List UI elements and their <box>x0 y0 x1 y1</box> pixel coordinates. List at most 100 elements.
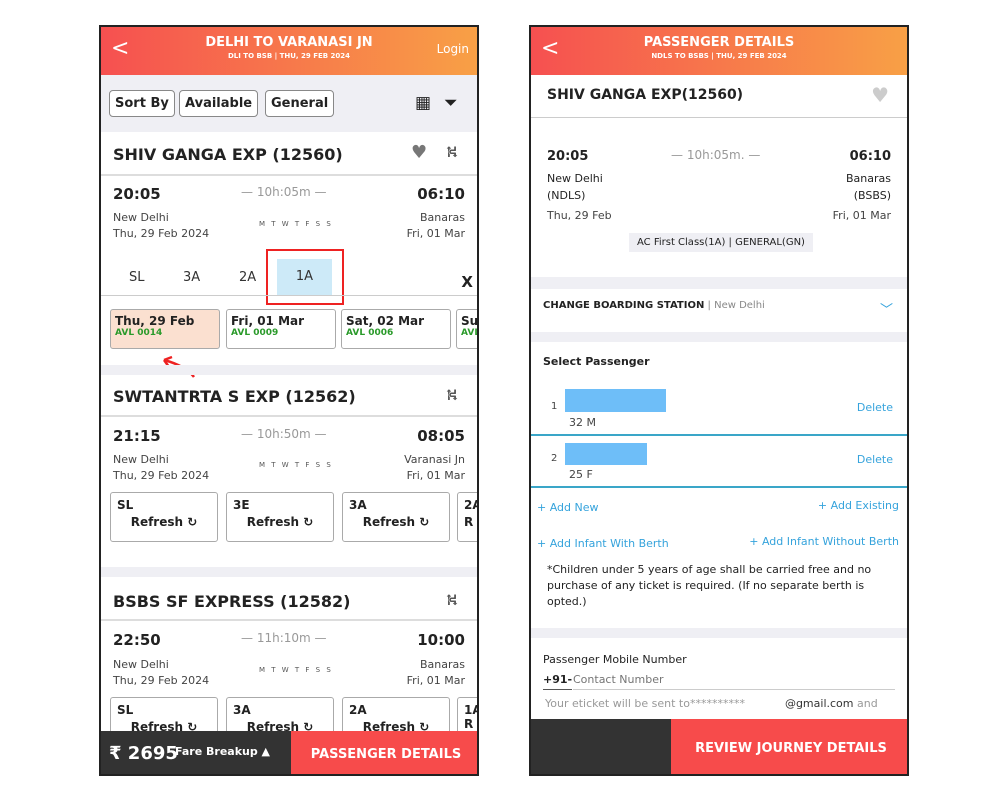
from-date: Thu, 29 Feb 2024 <box>113 674 210 687</box>
delete-passenger-button[interactable]: Delete <box>857 401 893 414</box>
to-date: Fri, 01 Mar <box>406 227 465 240</box>
divider <box>531 486 907 488</box>
passenger-info: 25 F <box>569 468 593 481</box>
calendar-icon[interactable]: ▦ <box>415 93 431 113</box>
class-tab-sl[interactable]: SL <box>129 270 145 285</box>
review-journey-details-button[interactable]: REVIEW JOURNEY DETAILS <box>671 719 907 774</box>
class-tab-3a[interactable]: 3A <box>183 270 200 285</box>
to-station: Banaras <box>420 211 465 224</box>
header-subtitle: NDLS TO BSBS | THU, 29 FEB 2024 <box>651 52 787 60</box>
divider <box>101 295 477 296</box>
fare-breakup-button[interactable]: Fare Breakup ▲ <box>175 745 270 758</box>
route-icon[interactable]: ⛕ <box>446 385 458 406</box>
add-infant-without-berth-button[interactable]: + Add Infant Without Berth <box>749 535 899 548</box>
add-new-button[interactable]: + Add New <box>537 501 599 514</box>
arrival-time: 08:05 <box>417 427 465 445</box>
total-price: ₹ 2695 <box>109 743 178 764</box>
passenger-number: 2 <box>551 453 558 464</box>
to-date: Fri, 01 Mar <box>406 674 465 687</box>
heart-icon[interactable]: ♥ <box>411 142 427 163</box>
passenger-info: 32 M <box>569 416 596 429</box>
from-date: Thu, 29 Feb 2024 <box>113 227 210 240</box>
duration: — 11h:10m — <box>241 631 327 645</box>
to-station: Varanasi Jn <box>404 453 465 466</box>
arrival-time: 06:10 <box>849 149 891 164</box>
header: PASSENGER DETAILS NDLS TO BSBS | THU, 29… <box>531 27 907 75</box>
general-filter-button[interactable]: General <box>265 90 335 117</box>
from-station: New Delhi <box>113 658 169 671</box>
separator <box>101 365 477 375</box>
train-list-screen: DELHI TO VARANASI JN DLI TO BSB | THU, 2… <box>99 25 479 776</box>
available-filter-button[interactable]: Available <box>179 90 259 117</box>
divider <box>101 174 477 176</box>
to-code: (BSBS) <box>853 189 891 202</box>
divider <box>531 434 907 436</box>
separator <box>531 628 907 638</box>
header-title: PASSENGER DETAILS <box>643 35 795 50</box>
refresh-icon[interactable]: ↻ <box>303 515 313 529</box>
from-station: New Delhi <box>547 172 603 185</box>
arrival-time: 10:00 <box>417 631 465 649</box>
add-infant-with-berth-button[interactable]: + Add Infant With Berth <box>537 537 669 550</box>
date-option[interactable]: Thu, 29 Feb AVL 0014 <box>110 309 220 349</box>
refresh-icon[interactable]: ↻ <box>419 515 429 529</box>
fare-bar: ₹ 2695 Fare Breakup ▲ <box>101 731 291 774</box>
divider <box>101 415 477 417</box>
change-boarding-station[interactable]: CHANGE BOARDING STATION | New Delhi <box>543 300 765 311</box>
class-card[interactable]: SL Refresh ↻ <box>110 492 218 542</box>
contact-number-input[interactable] <box>573 670 895 690</box>
duration: — 10h:05m — <box>241 185 327 199</box>
run-days: M T W T F S S <box>259 220 333 228</box>
country-code[interactable]: +91- <box>543 673 573 690</box>
class-card[interactable]: 2AR <box>457 492 477 542</box>
footer-left <box>531 719 671 774</box>
from-code: (NDLS) <box>547 189 586 202</box>
duration: — 10h:50m — <box>241 427 327 441</box>
class-card[interactable]: 3E Refresh ↻ <box>226 492 334 542</box>
from-date: Thu, 29 Feb <box>547 209 612 222</box>
run-days: M T W T F S S <box>259 666 333 674</box>
separator <box>101 567 477 577</box>
passenger-details-button[interactable]: PASSENGER DETAILS <box>291 731 477 774</box>
arrival-time: 06:10 <box>417 185 465 203</box>
class-tab-1a[interactable]: 1A <box>277 259 332 295</box>
train-name[interactable]: BSBS SF EXPRESS (12582) <box>113 592 350 611</box>
train-name[interactable]: SWTANTRTA S EXP (12562) <box>113 387 356 406</box>
back-icon[interactable]: < <box>111 36 129 61</box>
refresh-icon[interactable]: ↻ <box>187 515 197 529</box>
delete-passenger-button[interactable]: Delete <box>857 453 893 466</box>
from-station: New Delhi <box>113 211 169 224</box>
divider <box>101 619 477 621</box>
passenger-details-screen: PASSENGER DETAILS NDLS TO BSBS | THU, 29… <box>529 25 909 776</box>
duration: — 10h:05m. — <box>671 148 761 162</box>
departure-time: 20:05 <box>113 185 161 203</box>
route-icon[interactable]: ⛕ <box>446 590 458 611</box>
to-date: Fri, 01 Mar <box>406 469 465 482</box>
from-station: New Delhi <box>113 453 169 466</box>
train-name: SHIV GANGA EXP(12560) <box>547 87 744 103</box>
departure-time: 21:15 <box>113 427 161 445</box>
children-note: *Children under 5 years of age shall be … <box>547 563 872 608</box>
back-icon[interactable]: < <box>541 36 559 61</box>
mobile-label: Passenger Mobile Number <box>543 653 687 666</box>
sort-by-button[interactable]: Sort By <box>109 90 175 117</box>
close-icon[interactable]: X <box>461 273 473 291</box>
date-option[interactable]: Fri, 01 Mar AVL 0009 <box>226 309 336 349</box>
from-date: Thu, 29 Feb 2024 <box>113 469 210 482</box>
date-option[interactable]: Su AVL <box>456 309 477 349</box>
filter-icon[interactable]: ⏷ <box>444 93 458 113</box>
date-option[interactable]: Sat, 02 Mar AVL 0006 <box>341 309 451 349</box>
to-date: Fri, 01 Mar <box>832 209 891 222</box>
heart-icon[interactable]: ♥ <box>871 83 889 107</box>
class-tab-2a[interactable]: 2A <box>239 270 256 285</box>
add-existing-button[interactable]: + Add Existing <box>818 499 899 512</box>
chevron-down-icon[interactable]: ﹀ <box>880 299 893 318</box>
to-station: Banaras <box>846 172 891 185</box>
divider <box>531 117 907 118</box>
route-icon[interactable]: ⛕ <box>446 142 458 163</box>
train-name[interactable]: SHIV GANGA EXP (12560) <box>113 145 343 164</box>
login-button[interactable]: Login <box>437 42 469 56</box>
header-title: DELHI TO VARANASI JN <box>205 35 373 50</box>
class-card[interactable]: 3A Refresh ↻ <box>342 492 450 542</box>
departure-time: 20:05 <box>547 149 589 164</box>
